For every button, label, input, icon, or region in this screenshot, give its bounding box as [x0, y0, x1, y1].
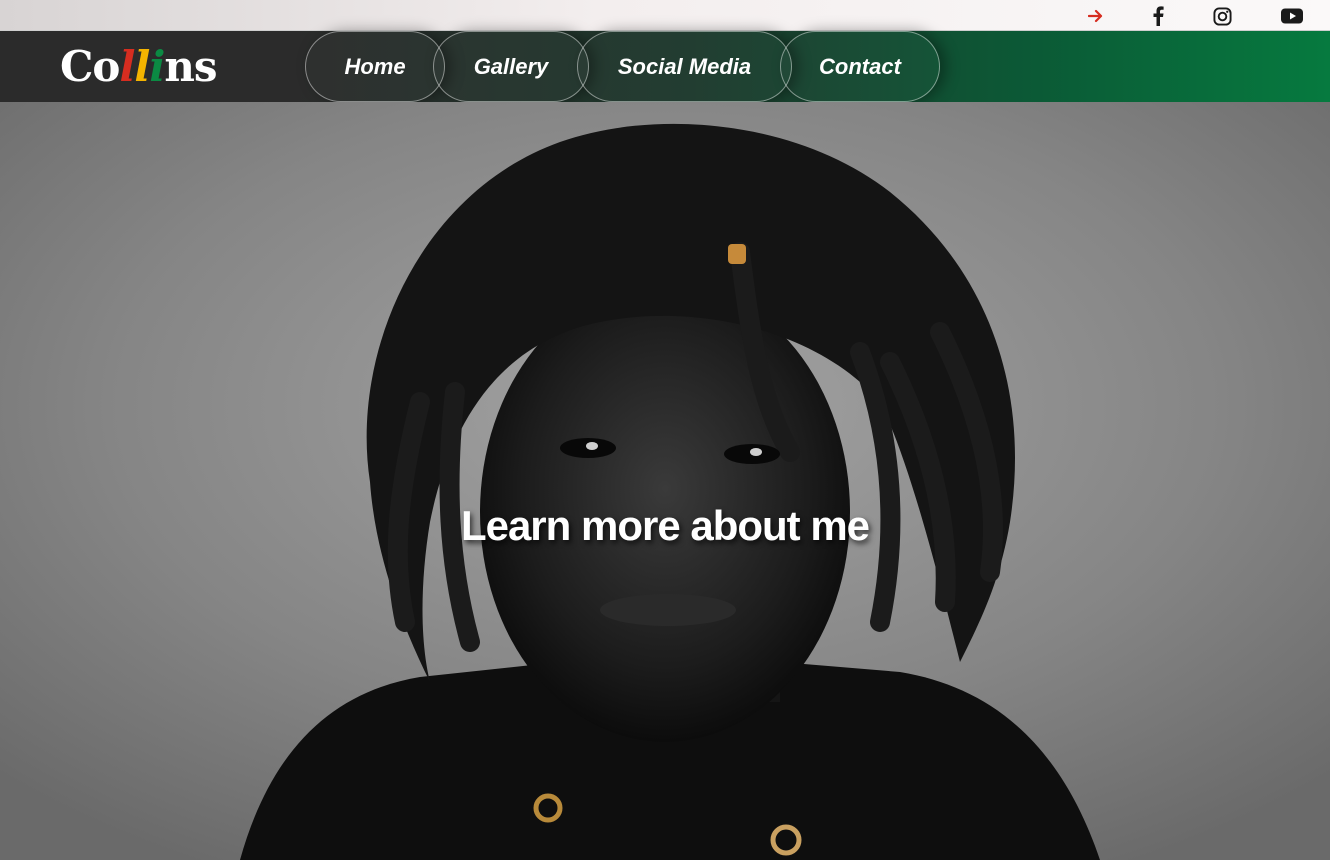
hero-title: Learn more about me [460, 502, 870, 549]
site-logo[interactable]: Collins [60, 39, 218, 94]
social-bar [0, 0, 1330, 31]
arrow-right-icon[interactable] [1086, 5, 1106, 27]
instagram-icon[interactable] [1211, 5, 1233, 27]
logo-part: Co [60, 42, 120, 91]
logo-part: l [119, 42, 135, 91]
page: Collins Home Gallery Social Media Contac… [0, 0, 1330, 860]
youtube-icon[interactable] [1280, 5, 1304, 27]
nav-home-link[interactable]: Home [305, 31, 445, 102]
hero-section: Learn more about me [0, 102, 1330, 860]
nav-gallery-link[interactable]: Gallery [433, 31, 589, 102]
facebook-icon[interactable] [1148, 5, 1168, 27]
portrait-photo [0, 102, 1330, 860]
nav-social-media-link[interactable]: Social Media [577, 31, 792, 102]
nav-contact-link[interactable]: Contact [780, 31, 940, 102]
main-navbar: Collins Home Gallery Social Media Contac… [0, 31, 1330, 102]
logo-part: ns [164, 42, 217, 91]
logo-part: i [149, 42, 165, 91]
logo-part: l [134, 42, 150, 91]
